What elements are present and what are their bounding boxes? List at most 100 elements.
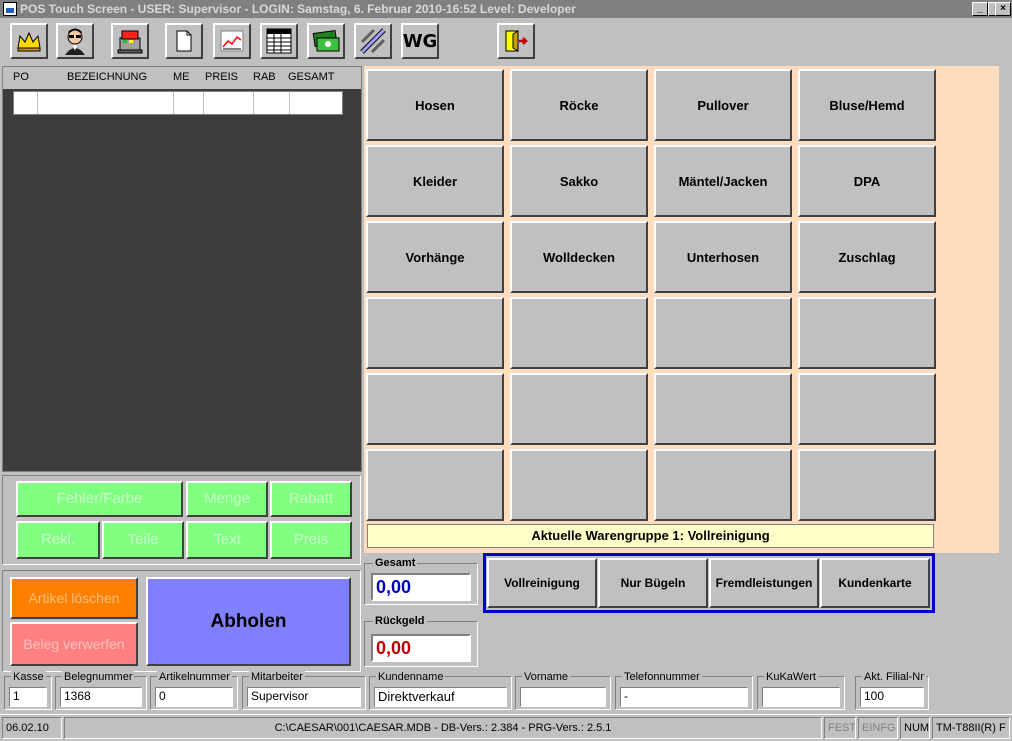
fremdleistungen-button[interactable]: Fremdleistungen bbox=[709, 558, 819, 608]
toolbar-chart-button[interactable] bbox=[213, 23, 251, 59]
product-button-empty-23[interactable] bbox=[798, 449, 936, 521]
cell-rab bbox=[254, 92, 290, 114]
toolbar-money-button[interactable] bbox=[307, 23, 345, 59]
product-button-empty-19[interactable] bbox=[798, 373, 936, 445]
product-button-empty-17[interactable] bbox=[510, 373, 648, 445]
rueckgeld-value: 0,00 bbox=[371, 634, 471, 662]
filial-nr-field[interactable]: 100 bbox=[860, 687, 924, 707]
product-button-empty-21[interactable] bbox=[510, 449, 648, 521]
toolbar-tools-button[interactable] bbox=[354, 23, 392, 59]
toolbar-crown-button[interactable] bbox=[10, 23, 48, 59]
product-button-empty-14[interactable] bbox=[654, 297, 792, 369]
toolbar-exit-button[interactable] bbox=[497, 23, 535, 59]
cell-preis bbox=[204, 92, 254, 114]
product-button-empty-13[interactable] bbox=[510, 297, 648, 369]
status-date: 06.02.10 bbox=[2, 717, 62, 739]
product-button-pullover[interactable]: Pullover bbox=[654, 69, 792, 141]
product-button-empty-20[interactable] bbox=[366, 449, 504, 521]
product-button-sakko[interactable]: Sakko bbox=[510, 145, 648, 217]
preis-button[interactable]: Preis bbox=[270, 521, 352, 559]
document-icon bbox=[176, 30, 192, 52]
close-button[interactable]: × bbox=[995, 2, 1011, 16]
col-gesamt: GESAMT bbox=[288, 71, 335, 83]
rueckgeld-label: Rückgeld bbox=[373, 615, 427, 627]
receipt-header: PO BEZEICHNUNG ME PREIS RAB GESAMT bbox=[3, 67, 361, 89]
abholen-button[interactable]: Abholen bbox=[146, 577, 351, 666]
fehler-farbe-button[interactable]: Fehler/Farbe bbox=[16, 481, 183, 517]
vorname-field[interactable] bbox=[520, 687, 606, 707]
filial-nr-label: Akt. Filial-Nr bbox=[862, 671, 926, 683]
receipt-table[interactable]: PO BEZEICHNUNG ME PREIS RAB GESAMT bbox=[2, 66, 362, 472]
product-button-empty-18[interactable] bbox=[654, 373, 792, 445]
belegnummer-field[interactable]: 1368 bbox=[60, 687, 142, 707]
gesamt-label: Gesamt bbox=[373, 557, 418, 569]
product-button-vorhänge[interactable]: Vorhänge bbox=[366, 221, 504, 293]
col-po: PO bbox=[13, 71, 29, 83]
gesamt-value: 0,00 bbox=[371, 573, 471, 601]
mitarbeiter-field[interactable]: Supervisor bbox=[247, 687, 361, 707]
product-button-empty-16[interactable] bbox=[366, 373, 504, 445]
product-button-dpa[interactable]: DPA bbox=[798, 145, 936, 217]
artikel-loeschen-button[interactable]: Artikel löschen bbox=[10, 577, 138, 619]
toolbar-table-button[interactable] bbox=[260, 23, 298, 59]
status-printer: TM-T88II(R) F bbox=[932, 717, 1010, 739]
belegnummer-group: Belegnummer 1368 bbox=[55, 671, 147, 710]
product-button-bluse-hemd[interactable]: Bluse/Hemd bbox=[798, 69, 936, 141]
gesamt-group: Gesamt 0,00 bbox=[364, 557, 478, 605]
cell-gesamt bbox=[290, 92, 342, 114]
product-button-unterhosen[interactable]: Unterhosen bbox=[654, 221, 792, 293]
artikelnummer-group: Artikelnummer 0 bbox=[150, 671, 238, 710]
product-button-zuschlag[interactable]: Zuschlag bbox=[798, 221, 936, 293]
beleg-verwerfen-button[interactable]: Beleg verwerfen bbox=[10, 622, 138, 666]
menge-button[interactable]: Menge bbox=[186, 481, 268, 517]
text-button[interactable]: Text bbox=[186, 521, 268, 559]
product-button-wolldecken[interactable]: Wolldecken bbox=[510, 221, 648, 293]
cell-po bbox=[14, 92, 38, 114]
app-icon bbox=[3, 2, 17, 16]
exit-door-icon bbox=[505, 30, 528, 52]
toolbar: WG bbox=[0, 18, 1012, 64]
line-chart-icon bbox=[220, 30, 244, 52]
wg-text: WG bbox=[402, 30, 438, 52]
kukawert-field[interactable] bbox=[762, 687, 840, 707]
action-panel: Artikel löschen Beleg verwerfen Abholen bbox=[2, 570, 361, 672]
rabatt-button[interactable]: Rabatt bbox=[270, 481, 352, 517]
filial-nr-group: Akt. Filial-Nr 100 bbox=[855, 671, 929, 710]
kukawert-group: KuKaWert bbox=[757, 671, 845, 710]
kundenname-field[interactable]: Direktverkauf bbox=[374, 687, 507, 707]
kasse-field[interactable]: 1 bbox=[9, 687, 47, 707]
minimize-button[interactable]: _ bbox=[972, 2, 988, 16]
toolbar-user-button[interactable] bbox=[56, 23, 94, 59]
cash-register-icon bbox=[117, 30, 143, 54]
status-einfg: EINFG bbox=[858, 717, 898, 739]
kundenname-group: Kundenname Direktverkauf bbox=[369, 671, 512, 710]
kundenname-label: Kundenname bbox=[376, 671, 446, 683]
kundenkarte-button[interactable]: Kundenkarte bbox=[820, 558, 930, 608]
col-bezeichnung: BEZEICHNUNG bbox=[67, 71, 148, 83]
status-bar: 06.02.10 C:\CAESAR\001\CAESAR.MDB - DB-V… bbox=[0, 714, 1012, 741]
kasse-label: Kasse bbox=[11, 671, 46, 683]
product-button-kleider[interactable]: Kleider bbox=[366, 145, 504, 217]
mitarbeiter-label: Mitarbeiter bbox=[249, 671, 305, 683]
col-rab: RAB bbox=[253, 71, 276, 83]
nur-buegeln-button[interactable]: Nur Bügeln bbox=[598, 558, 708, 608]
pos-window: POS Touch Screen - USER: Supervisor - LO… bbox=[0, 0, 1012, 741]
money-icon bbox=[312, 29, 340, 52]
artikelnummer-label: Artikelnummer bbox=[157, 671, 232, 683]
product-button-mäntel-jacken[interactable]: Mäntel/Jacken bbox=[654, 145, 792, 217]
service-panel: Vollreinigung Nur Bügeln Fremdleistungen… bbox=[483, 553, 935, 613]
rekl-button[interactable]: Rekl. bbox=[16, 521, 100, 559]
product-button-hosen[interactable]: Hosen bbox=[366, 69, 504, 141]
product-button-empty-22[interactable] bbox=[654, 449, 792, 521]
product-button-empty-12[interactable] bbox=[366, 297, 504, 369]
product-button-röcke[interactable]: Röcke bbox=[510, 69, 648, 141]
table-row[interactable] bbox=[13, 91, 343, 115]
artikelnummer-field[interactable]: 0 bbox=[155, 687, 233, 707]
vollreinigung-button[interactable]: Vollreinigung bbox=[487, 558, 597, 608]
telefonnummer-field[interactable]: - bbox=[620, 687, 748, 707]
teile-button[interactable]: Teile bbox=[102, 521, 184, 559]
product-button-empty-15[interactable] bbox=[798, 297, 936, 369]
toolbar-register-button[interactable] bbox=[111, 23, 149, 59]
toolbar-document-button[interactable] bbox=[165, 23, 203, 59]
toolbar-wg-button[interactable]: WG bbox=[401, 23, 439, 59]
